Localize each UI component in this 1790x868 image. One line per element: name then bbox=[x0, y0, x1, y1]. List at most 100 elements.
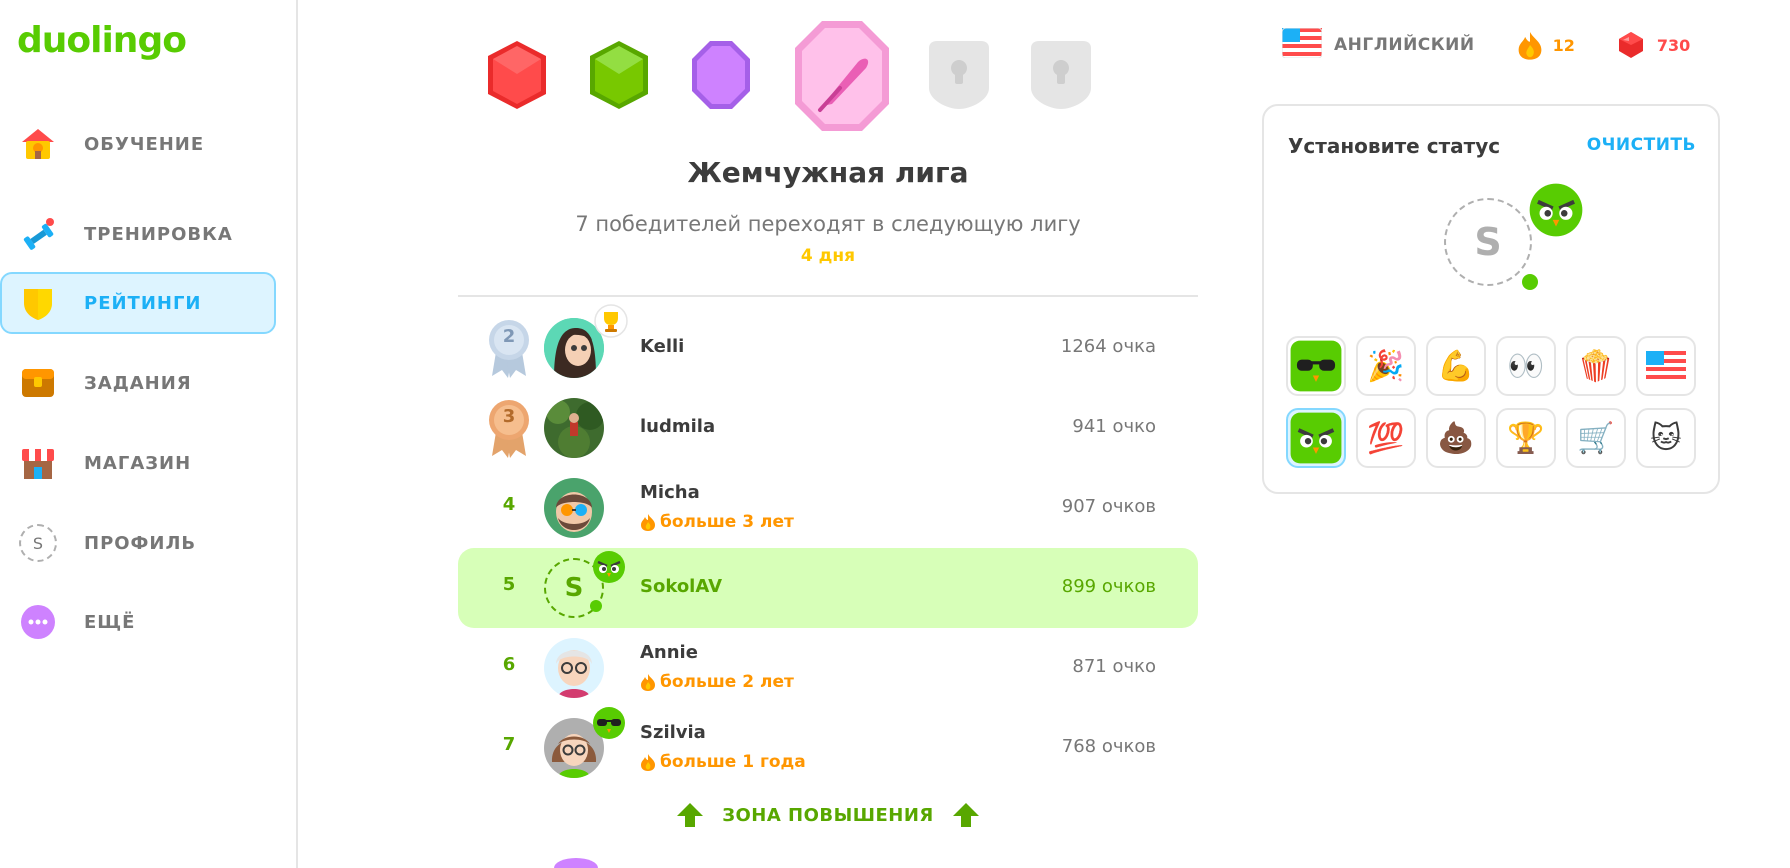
streak-counter[interactable]: 12 bbox=[1517, 30, 1575, 60]
course-language[interactable]: АНГЛИЙСКИЙ bbox=[1334, 35, 1475, 55]
fire-icon bbox=[641, 674, 655, 691]
sidebar-item-profile[interactable]: S ПРОФИЛЬ bbox=[0, 512, 276, 574]
duo-angry-icon bbox=[1290, 412, 1342, 464]
user-name[interactable]: Kelli bbox=[640, 336, 684, 357]
home-icon bbox=[18, 124, 58, 164]
sidebar-item-leaderboards[interactable]: РЕЙТИНГИ bbox=[0, 272, 276, 334]
streak-count: 12 bbox=[1552, 35, 1575, 55]
rank-number: 5 bbox=[502, 574, 516, 595]
duolingo-logo[interactable]: duolingo bbox=[17, 20, 187, 61]
user-points: 941 очко bbox=[1072, 416, 1156, 437]
sidebar-item-label: МАГАЗИН bbox=[84, 452, 192, 474]
league-badge-emerald bbox=[586, 38, 652, 116]
sidebar: duolingo ОБУЧЕНИЕ ТРЕНИРОВКА РЕЙТИНГИ ЗА… bbox=[0, 0, 298, 868]
duo-sunglasses-icon bbox=[592, 706, 625, 739]
streak-text: больше 3 лет bbox=[660, 512, 794, 532]
status-pile-of-poo[interactable]: 💩 bbox=[1426, 408, 1486, 468]
sidebar-item-label: ТРЕНИРОВКА bbox=[84, 223, 233, 245]
user-name[interactable]: Annie bbox=[640, 642, 698, 663]
league-badge-amethyst bbox=[688, 38, 754, 116]
league-badge-locked-2 bbox=[1027, 38, 1095, 116]
status-party-popper[interactable]: 🎉 bbox=[1356, 336, 1416, 396]
us-flag-icon[interactable] bbox=[1281, 27, 1323, 62]
bronze-medal-icon: 3 bbox=[486, 396, 532, 464]
promotion-zone: ЗОНА ПОВЫШЕНИЯ bbox=[458, 802, 1198, 828]
fire-icon bbox=[641, 754, 655, 771]
user-name[interactable]: ludmila bbox=[640, 416, 715, 437]
status-emoji-grid: 🎉 💪 👀 🍿 💯 💩 🏆 🛒 🐱 bbox=[1286, 336, 1696, 468]
top-stats-bar: АНГЛИЙСКИЙ 12 730 bbox=[1281, 27, 1690, 62]
status-money-cart[interactable]: 🛒 bbox=[1566, 408, 1626, 468]
streak-info: больше 1 года bbox=[640, 752, 806, 772]
sidebar-item-shop[interactable]: МАГАЗИН bbox=[0, 432, 276, 494]
hundred-points-icon: 💯 bbox=[1367, 420, 1405, 456]
leaderboard-row-annie[interactable]: 6 Annie больше 2 лет 871 очко bbox=[458, 628, 1198, 708]
gem-icon bbox=[1618, 32, 1643, 58]
status-avatar: S bbox=[1444, 198, 1532, 286]
streak-info: больше 2 лет bbox=[640, 672, 794, 692]
silver-medal-icon: 2 bbox=[486, 316, 532, 384]
money-cart-icon: 🛒 bbox=[1577, 420, 1615, 456]
promotion-zone-label: ЗОНА ПОВЫШЕНИЯ bbox=[722, 804, 934, 826]
clear-status-button[interactable]: ОЧИСТИТЬ bbox=[1587, 135, 1696, 155]
user-points: 899 очков bbox=[1061, 576, 1156, 597]
duo-angry-icon bbox=[592, 550, 625, 583]
fire-icon bbox=[641, 514, 655, 531]
pile-of-poo-icon: 💩 bbox=[1437, 420, 1475, 456]
user-points: 1264 очка bbox=[1060, 336, 1156, 357]
leaderboard-row-kelli[interactable]: 2 Kelli 1264 очка bbox=[458, 304, 1198, 388]
duo-sunglasses-icon bbox=[1290, 340, 1342, 392]
rank-number: 2 bbox=[502, 326, 516, 347]
divider bbox=[458, 295, 1198, 297]
us-flag-icon bbox=[1646, 351, 1686, 381]
avatar[interactable] bbox=[544, 398, 604, 458]
status-grumpy-cat[interactable]: 🐱 bbox=[1636, 408, 1696, 468]
status-card: Установите статус ОЧИСТИТЬ S 🎉 💪 👀 🍿 💯 💩… bbox=[1262, 104, 1720, 494]
status-popcorn[interactable]: 🍿 bbox=[1566, 336, 1626, 396]
user-name[interactable]: SokolAV bbox=[640, 576, 722, 597]
streak-text: больше 2 лет bbox=[660, 672, 794, 692]
status-title: Установите статус bbox=[1288, 134, 1501, 158]
user-name[interactable]: Szilvia bbox=[640, 722, 706, 743]
fire-icon bbox=[1518, 32, 1541, 60]
chest-icon bbox=[18, 363, 58, 403]
sidebar-item-more[interactable]: ЕЩЁ bbox=[0, 591, 276, 653]
arrow-up-icon bbox=[952, 803, 979, 827]
avatar[interactable] bbox=[544, 638, 604, 698]
leaderboard-row-current-user[interactable]: 5 S SokolAV 899 очков bbox=[458, 548, 1198, 628]
status-us-flag[interactable] bbox=[1636, 336, 1696, 396]
shop-icon bbox=[18, 443, 58, 483]
sidebar-item-quests[interactable]: ЗАДАНИЯ bbox=[0, 352, 276, 414]
leaderboard-row-ludmila[interactable]: 3 ludmila 941 очко bbox=[458, 388, 1198, 468]
streak-info: больше 3 лет bbox=[640, 512, 794, 532]
flexed-biceps-icon: 💪 bbox=[1437, 348, 1475, 384]
sidebar-item-label: РЕЙТИНГИ bbox=[84, 292, 202, 314]
rank-number: 3 bbox=[502, 406, 516, 427]
leaderboard-row-micha[interactable]: 4 Micha больше 3 лет 907 очков bbox=[458, 468, 1198, 548]
gems-counter[interactable]: 730 bbox=[1617, 30, 1690, 60]
gems-count: 730 bbox=[1656, 35, 1691, 55]
trophy-icon: 🏆 bbox=[1507, 420, 1545, 456]
status-hundred-points[interactable]: 💯 bbox=[1356, 408, 1416, 468]
avatar[interactable] bbox=[544, 478, 604, 538]
leaderboard-row-szilvia[interactable]: 7 Szilvia больше 1 года 768 очков bbox=[458, 706, 1198, 788]
rank-number: 4 bbox=[502, 494, 516, 515]
eyes-icon: 👀 bbox=[1507, 348, 1545, 384]
dumbbell-icon bbox=[18, 214, 58, 254]
status-duo-angry[interactable] bbox=[1286, 408, 1346, 468]
league-badge-ruby bbox=[484, 38, 550, 116]
status-eyes[interactable]: 👀 bbox=[1496, 336, 1556, 396]
user-name[interactable]: Micha bbox=[640, 482, 700, 503]
popcorn-icon: 🍿 bbox=[1577, 348, 1615, 384]
status-trophy[interactable]: 🏆 bbox=[1496, 408, 1556, 468]
status-flexed-biceps[interactable]: 💪 bbox=[1426, 336, 1486, 396]
user-points: 907 очков bbox=[1061, 496, 1156, 517]
status-duo-sunglasses[interactable] bbox=[1286, 336, 1346, 396]
league-badge-pearl bbox=[792, 18, 892, 138]
more-icon bbox=[18, 602, 58, 642]
arrow-up-icon bbox=[677, 803, 704, 827]
sidebar-item-label: ЕЩЁ bbox=[84, 611, 136, 633]
sidebar-item-learn[interactable]: ОБУЧЕНИЕ bbox=[0, 113, 276, 175]
sidebar-item-practice[interactable]: ТРЕНИРОВКА bbox=[0, 203, 276, 265]
trophy-icon bbox=[594, 304, 628, 338]
